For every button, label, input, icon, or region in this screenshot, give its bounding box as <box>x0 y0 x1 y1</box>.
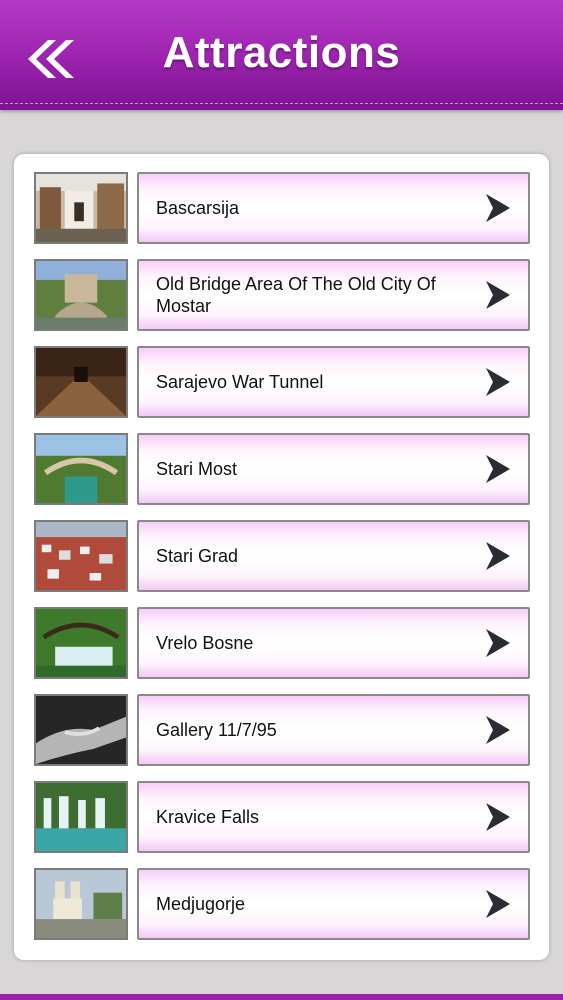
list-item: Sarajevo War Tunnel <box>34 346 532 422</box>
attraction-label: Stari Grad <box>156 546 239 566</box>
chevron-right-icon <box>486 716 510 744</box>
chevron-right-icon <box>486 542 510 570</box>
attraction-label: Gallery 11/7/95 <box>156 720 277 740</box>
list-item: Vrelo Bosne <box>34 607 532 683</box>
list-item: Kravice Falls <box>34 781 532 857</box>
attraction-label: Old Bridge Area Of The Old City Of Mosta… <box>156 274 436 316</box>
chevron-right-icon <box>486 890 510 918</box>
footer-bar <box>0 994 563 1000</box>
attraction-button[interactable]: Bascarsija <box>137 172 530 244</box>
chevron-right-icon <box>486 281 510 309</box>
list-item: Stari Most <box>34 433 532 509</box>
attraction-label: Medjugorje <box>156 894 246 914</box>
list-item: Medjugorje <box>34 868 532 944</box>
attractions-list: Bascarsija Old Bridge Area Of The Old Ci… <box>14 154 549 960</box>
attraction-button[interactable]: Gallery 11/7/95 <box>137 694 530 766</box>
attraction-thumbnail[interactable] <box>34 868 128 940</box>
attraction-thumbnail[interactable] <box>34 607 128 679</box>
attraction-label: Stari Most <box>156 459 238 479</box>
attraction-button[interactable]: Medjugorje <box>137 868 530 940</box>
attraction-label: Vrelo Bosne <box>156 633 254 653</box>
attraction-button[interactable]: Stari Grad <box>137 520 530 592</box>
list-item: Gallery 11/7/95 <box>34 694 532 770</box>
page-title: Attractions <box>162 28 401 77</box>
attraction-button[interactable]: Kravice Falls <box>137 781 530 853</box>
attraction-button[interactable]: Old Bridge Area Of The Old City Of Mosta… <box>137 259 530 331</box>
attraction-thumbnail[interactable] <box>34 346 128 418</box>
app-header: Attractions <box>0 0 563 110</box>
attraction-thumbnail[interactable] <box>34 694 128 766</box>
attraction-label: Bascarsija <box>156 198 240 218</box>
attraction-thumbnail[interactable] <box>34 520 128 592</box>
attraction-button[interactable]: Sarajevo War Tunnel <box>137 346 530 418</box>
list-item: Bascarsija <box>34 172 532 248</box>
attraction-button[interactable]: Stari Most <box>137 433 530 505</box>
chevron-right-icon <box>486 455 510 483</box>
attraction-thumbnail[interactable] <box>34 781 128 853</box>
attraction-thumbnail[interactable] <box>34 433 128 505</box>
chevron-right-icon <box>486 368 510 396</box>
chevron-right-icon <box>486 194 510 222</box>
attraction-label: Sarajevo War Tunnel <box>156 372 324 392</box>
attraction-button[interactable]: Vrelo Bosne <box>137 607 530 679</box>
attraction-thumbnail[interactable] <box>34 259 128 331</box>
attraction-thumbnail[interactable] <box>34 172 128 244</box>
chevron-right-icon <box>486 803 510 831</box>
list-item: Stari Grad <box>34 520 532 596</box>
chevron-right-icon <box>486 629 510 657</box>
list-item: Old Bridge Area Of The Old City Of Mosta… <box>34 259 532 335</box>
attraction-label: Kravice Falls <box>156 807 260 827</box>
